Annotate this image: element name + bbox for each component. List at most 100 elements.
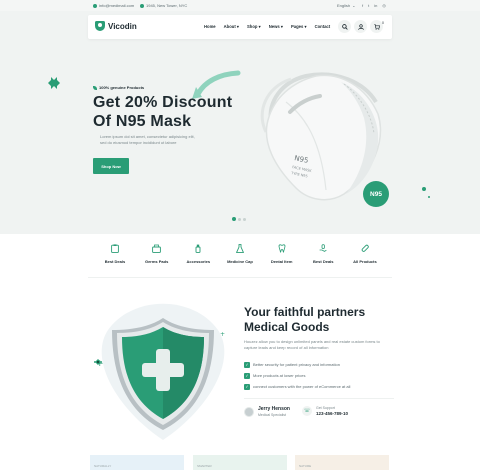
support-phone: 123-456-789-10: [316, 411, 349, 416]
arrow-decoration: [195, 70, 241, 97]
map-pin-icon: [140, 3, 144, 8]
checkmark-icon: ✓: [244, 372, 250, 379]
promo-card-3[interactable]: NATURE: [295, 455, 389, 470]
shop-now-button[interactable]: Shop Now: [93, 158, 129, 174]
category-label: Best Deals: [104, 259, 126, 264]
leaf-icon: [93, 85, 97, 90]
language-label: English: [337, 3, 351, 8]
promo-card-label: NATURALLY: [94, 464, 112, 468]
hero-title: Get 20% Discount Of N95 Mask: [93, 93, 253, 131]
logo-heart-icon: [95, 21, 105, 31]
category-dental-item[interactable]: Dental Item: [265, 244, 299, 276]
top-email[interactable]: info@medimail.com: [93, 3, 134, 8]
support-label: Get Support: [316, 406, 335, 410]
dot-decoration-small: [428, 196, 430, 198]
category-best-deals-2[interactable]: Best Deals: [306, 244, 340, 276]
feature-item: ✓ Better security for patient privacy an…: [244, 359, 350, 370]
dot-decoration: [422, 187, 426, 191]
hero-desc-line2: sed do eiusmod tempor incididunt ut labo…: [100, 140, 177, 145]
category-label: Dental Item: [270, 259, 293, 264]
search-button[interactable]: [338, 20, 351, 33]
pads-icon: [152, 244, 162, 253]
twitter-icon[interactable]: t: [368, 3, 369, 8]
slider-dot-3[interactable]: [243, 217, 246, 221]
slider-dots: [232, 217, 246, 221]
tooth-icon: [278, 244, 286, 253]
phone-icon: ☏: [302, 406, 312, 416]
hero-title-line2: Of N95 Mask: [93, 113, 192, 130]
pill-icon: [361, 244, 369, 252]
hero-description: Lorem ipsum dol sit amet, consectetur ad…: [100, 134, 220, 146]
menu-about[interactable]: About ▾: [224, 24, 239, 29]
feature-text: More products at lower prices: [253, 373, 306, 378]
specialist-card: Jerry Henson Medical Specialist: [244, 406, 290, 417]
category-label: All Products: [353, 259, 377, 264]
sparkle-icon: [48, 77, 60, 89]
category-label: Best Deals: [313, 259, 334, 264]
category-best-deals[interactable]: Best Deals: [98, 244, 132, 276]
category-accessories[interactable]: Accessories: [181, 244, 215, 276]
top-address: 1945, New Tower, NYC: [140, 3, 187, 8]
category-label: Accessories: [186, 259, 211, 264]
top-email-text: info@medimail.com: [99, 3, 135, 8]
flask-icon: [235, 244, 244, 253]
partners-divider: [244, 398, 394, 399]
category-bar: Best Deals Germs Pads Accessories Medici…: [88, 244, 392, 276]
user-button[interactable]: [354, 20, 367, 33]
menu-pages-label: Pages: [290, 24, 304, 29]
partners-title-line1: Your faithful partners: [244, 305, 366, 319]
feature-item: ✓ More products at lower prices: [244, 370, 350, 381]
category-germs-pads[interactable]: Germs Pads: [140, 244, 174, 276]
hero-badge: 100% genuine Products: [93, 85, 144, 90]
chevron-down-icon: ⌄: [352, 3, 356, 8]
slider-dot-2[interactable]: [238, 217, 241, 221]
menu-about-label: About: [223, 24, 236, 29]
main-menu: Home About ▾ Shop ▾ News ▾ Pages ▾ Conta…: [204, 24, 330, 29]
promo-card-label: NATURE: [299, 464, 312, 468]
site-logo[interactable]: Vicodin: [95, 21, 137, 31]
checkmark-icon: ✓: [244, 383, 250, 390]
menu-home[interactable]: Home: [204, 24, 216, 29]
promo-card-label: SMARTER: [197, 464, 212, 468]
promo-card-1[interactable]: NATURALLY: [90, 455, 184, 470]
menu-pages[interactable]: Pages ▾: [291, 24, 307, 29]
feature-item: ✓ connect customers with the power of eC…: [244, 381, 350, 392]
menu-contact[interactable]: Contact: [315, 24, 331, 29]
specialist-role: Medical Specialist: [258, 413, 287, 417]
linkedin-icon[interactable]: in: [374, 3, 377, 8]
category-label: Germs Pads: [144, 259, 169, 264]
partners-title-line2: Medical Goods: [244, 320, 330, 334]
category-divider: [88, 277, 392, 278]
social-links: f t in ◎: [362, 3, 386, 8]
category-all-products[interactable]: All Products: [348, 244, 382, 276]
cart-button[interactable]: 0: [370, 20, 384, 33]
facebook-icon[interactable]: f: [362, 3, 363, 8]
svg-text:+: +: [96, 359, 104, 369]
n95-badge: N95: [363, 181, 389, 207]
promo-card-2[interactable]: SMARTER: [193, 455, 287, 470]
mail-icon: [93, 3, 97, 8]
bottle-icon: [195, 244, 201, 253]
top-address-text: 1945, New Tower, NYC: [146, 3, 188, 8]
top-bar: info@medimail.com 1945, New Tower, NYC E…: [0, 0, 480, 11]
menu-news[interactable]: News ▾: [269, 24, 283, 29]
cart-count: 0: [382, 21, 384, 25]
logo-text: Vicodin: [108, 21, 137, 31]
feature-text: connect customers with the power of eCom…: [253, 384, 351, 389]
language-select[interactable]: English ⌄: [337, 3, 355, 8]
hero-badge-text: 100% genuine Products: [99, 85, 145, 90]
specialist-name: Jerry Henson: [258, 406, 290, 412]
feature-text: Better security for patient privacy and …: [253, 362, 340, 367]
feature-list: ✓ Better security for patient privacy an…: [244, 359, 350, 392]
instagram-icon[interactable]: ◎: [382, 3, 386, 8]
partners-description: Houzez allow you to design unlimited pan…: [244, 339, 380, 350]
cart-icon: [373, 23, 380, 30]
svg-text:+: +: [220, 331, 225, 338]
shield-image: + +: [94, 303, 225, 440]
support-contact[interactable]: ☏ Get Support 123-456-789-10: [302, 406, 348, 416]
menu-shop[interactable]: Shop ▾: [247, 24, 261, 29]
slider-dot-1[interactable]: [232, 217, 236, 221]
checkmark-icon: ✓: [244, 361, 250, 368]
category-medicine-cap[interactable]: Medicine Cap: [223, 244, 257, 276]
search-icon: [341, 23, 348, 30]
